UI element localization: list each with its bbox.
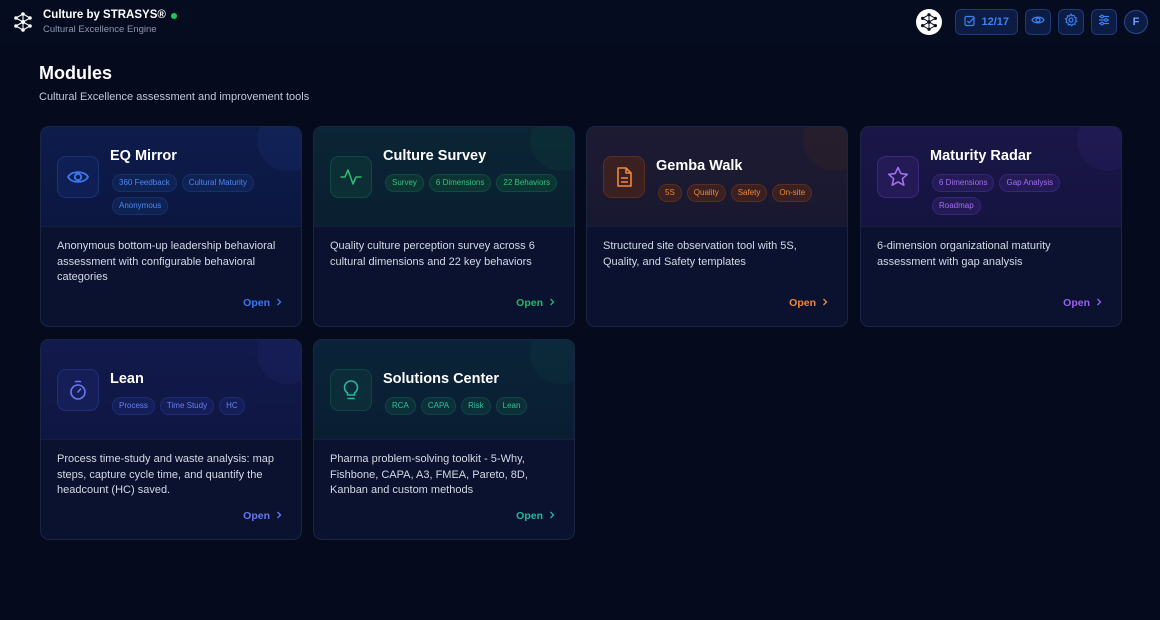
- tag: Anonymous: [112, 197, 169, 215]
- card-header: Solutions Center RCA CAPA Risk Lean: [314, 340, 574, 440]
- network-home-button[interactable]: [916, 9, 943, 35]
- settings-button[interactable]: [1058, 9, 1084, 35]
- module-title: Gemba Walk: [656, 158, 743, 174]
- chevron-right-icon: [821, 297, 829, 309]
- network-logo-icon: [12, 11, 34, 33]
- module-card-maturity-radar[interactable]: Maturity Radar 6 Dimensions Gap Analysis…: [860, 126, 1122, 327]
- tag-list: Survey 6 Dimensions 22 Behaviors: [385, 174, 565, 192]
- tag: On-site: [772, 184, 813, 202]
- tag-list: RCA CAPA Risk Lean: [385, 397, 565, 415]
- tag: Cultural Maturity: [181, 174, 254, 192]
- tag: 6 Dimensions: [932, 174, 995, 192]
- card-header: Lean Process Time Study HC: [41, 340, 301, 440]
- sliders-icon: [1097, 13, 1111, 32]
- page-subtitle: Cultural Excellence assessment and impro…: [39, 91, 310, 103]
- preview-button[interactable]: [1025, 9, 1051, 35]
- module-description: Pharma problem-solving toolkit - 5-Why, …: [330, 453, 528, 497]
- tag: Risk: [461, 397, 491, 415]
- tag: CAPA: [420, 397, 457, 415]
- filters-button[interactable]: [1091, 9, 1117, 35]
- card-header: Culture Survey Survey 6 Dimensions 22 Be…: [314, 127, 574, 227]
- open-button[interactable]: Open: [243, 510, 283, 522]
- user-avatar[interactable]: F: [1124, 10, 1148, 34]
- tag: Lean: [495, 397, 528, 415]
- eye-icon: [57, 156, 99, 198]
- chevron-right-icon: [548, 297, 556, 309]
- open-label: Open: [516, 297, 543, 309]
- tag: Time Study: [159, 397, 215, 415]
- module-title: Culture Survey: [383, 148, 487, 164]
- gear-icon: [1064, 12, 1078, 32]
- module-description: Quality culture perception survey across…: [330, 240, 535, 268]
- tag: Roadmap: [932, 197, 981, 215]
- tag-list: 360 Feedback Cultural Maturity Anonymous: [112, 174, 292, 215]
- card-header: Gemba Walk 5S Quality Safety On-site: [587, 127, 847, 227]
- tag-list: 5S Quality Safety On-site: [658, 184, 838, 202]
- module-description: Structured site observation tool with 5S…: [603, 240, 797, 268]
- tag: 22 Behaviors: [496, 174, 558, 192]
- top-bar: Culture by STRASYS® Cultural Excellence …: [0, 0, 1160, 44]
- open-label: Open: [243, 297, 270, 309]
- progress-button[interactable]: 12/17: [955, 9, 1018, 35]
- module-title: Lean: [110, 371, 144, 387]
- page-title: Modules: [39, 63, 113, 83]
- open-button[interactable]: Open: [789, 297, 829, 309]
- tag: Gap Analysis: [999, 174, 1061, 192]
- tag-list: 6 Dimensions Gap Analysis Roadmap: [932, 174, 1112, 215]
- network-icon: [921, 13, 938, 31]
- eye-icon: [1031, 13, 1045, 32]
- tag: Survey: [385, 174, 424, 192]
- module-card-solutions-center[interactable]: Solutions Center RCA CAPA Risk Lean Phar…: [313, 339, 575, 540]
- brand[interactable]: Culture by STRASYS® Cultural Excellence …: [12, 9, 177, 35]
- module-description: Anonymous bottom-up leadership behaviora…: [57, 240, 276, 284]
- module-title: Maturity Radar: [930, 148, 1032, 164]
- card-header: EQ Mirror 360 Feedback Cultural Maturity…: [41, 127, 301, 227]
- module-card-eq-mirror[interactable]: EQ Mirror 360 Feedback Cultural Maturity…: [40, 126, 302, 327]
- tag: Process: [112, 397, 155, 415]
- open-button[interactable]: Open: [516, 510, 556, 522]
- tag: Safety: [730, 184, 768, 202]
- brand-subtitle: Cultural Excellence Engine: [43, 23, 157, 35]
- online-status-dot: [170, 12, 177, 19]
- tag-list: Process Time Study HC: [112, 397, 292, 415]
- progress-count: 12/17: [981, 16, 1009, 28]
- tag: RCA: [385, 397, 416, 415]
- header-actions: 12/17 F: [916, 9, 1148, 35]
- card-header: Maturity Radar 6 Dimensions Gap Analysis…: [861, 127, 1121, 227]
- brand-title: Culture by STRASYS®: [43, 8, 166, 21]
- chevron-right-icon: [275, 510, 283, 522]
- module-card-gemba-walk[interactable]: Gemba Walk 5S Quality Safety On-site Str…: [586, 126, 848, 327]
- module-title: EQ Mirror: [110, 148, 177, 164]
- tag: Quality: [686, 184, 726, 202]
- lightbulb-icon: [330, 369, 372, 411]
- checklist-icon: [964, 15, 976, 30]
- open-label: Open: [516, 510, 543, 522]
- tag: 5S: [658, 184, 682, 202]
- module-card-lean[interactable]: Lean Process Time Study HC Process time-…: [40, 339, 302, 540]
- chevron-right-icon: [1095, 297, 1103, 309]
- open-button[interactable]: Open: [1063, 297, 1103, 309]
- open-button[interactable]: Open: [516, 297, 556, 309]
- tag: HC: [219, 397, 245, 415]
- open-label: Open: [1063, 297, 1090, 309]
- document-icon: [603, 156, 645, 198]
- module-description: 6-dimension organizational maturity asse…: [877, 240, 1051, 268]
- activity-icon: [330, 156, 372, 198]
- star-icon: [877, 156, 919, 198]
- module-title: Solutions Center: [383, 371, 500, 387]
- module-card-culture-survey[interactable]: Culture Survey Survey 6 Dimensions 22 Be…: [313, 126, 575, 327]
- open-button[interactable]: Open: [243, 297, 283, 309]
- open-label: Open: [243, 510, 270, 522]
- chevron-right-icon: [275, 297, 283, 309]
- chevron-right-icon: [548, 510, 556, 522]
- tag: 6 Dimensions: [428, 174, 492, 192]
- timer-icon: [57, 369, 99, 411]
- tag: 360 Feedback: [112, 174, 177, 192]
- module-description: Process time-study and waste analysis: m…: [57, 453, 275, 497]
- open-label: Open: [789, 297, 816, 309]
